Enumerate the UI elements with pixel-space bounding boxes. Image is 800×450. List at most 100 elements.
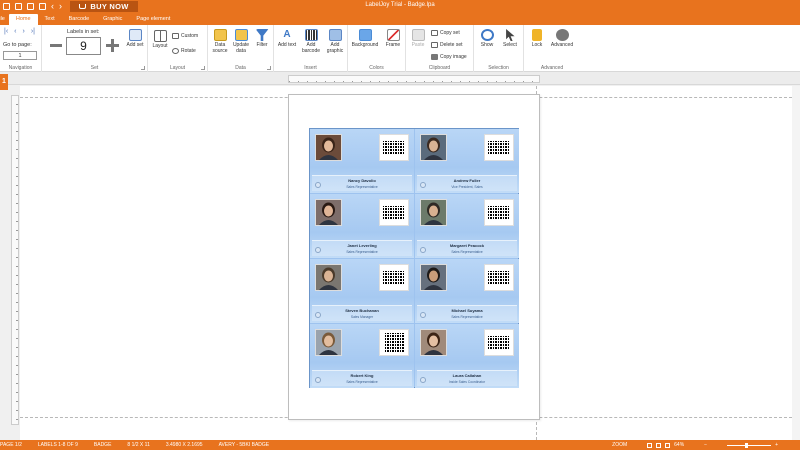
- 2d-barcode: [379, 199, 409, 226]
- person-title: Inside Sales Coordinator: [448, 380, 486, 384]
- tab-graphic[interactable]: Graphic: [96, 13, 129, 25]
- actual-size-icon[interactable]: [665, 442, 671, 448]
- 2d-barcode: [379, 134, 409, 161]
- last-page-icon[interactable]: ›|: [31, 28, 35, 35]
- delete-set-button[interactable]: Delete set: [431, 42, 463, 48]
- page-number-tab[interactable]: 1: [0, 74, 8, 90]
- group-label-insert: Insert: [304, 65, 317, 71]
- add-text-button[interactable]: A Add text: [276, 29, 298, 49]
- badge-label[interactable]: Michael Suyama Sales Representative: [415, 259, 519, 323]
- person-title: Sales Representative: [346, 250, 378, 254]
- group-label-navigation: Navigation: [8, 65, 33, 71]
- person-photo: [420, 199, 447, 226]
- zoom-slider[interactable]: [727, 442, 772, 448]
- goto-page-label: Go to page:: [3, 42, 32, 48]
- tab-text[interactable]: Text: [38, 13, 62, 25]
- add-graphic-button[interactable]: Add graphic: [324, 29, 346, 54]
- data-source-button[interactable]: Data source: [210, 29, 230, 54]
- badge-label[interactable]: Robert King Sales Representative: [310, 324, 414, 388]
- person-photo: [315, 199, 342, 226]
- add-set-button[interactable]: Add set: [125, 29, 145, 49]
- tab-barcode[interactable]: Barcode: [62, 13, 97, 25]
- tab-page-element[interactable]: Page element: [129, 13, 177, 25]
- person-name: Janet Leverling: [347, 243, 377, 248]
- update-data-button[interactable]: Update data: [231, 29, 251, 54]
- frame-button[interactable]: Frame: [383, 29, 403, 49]
- layout-button[interactable]: Layout: [150, 30, 170, 50]
- add-text-icon: A: [283, 29, 291, 40]
- fit-width-icon[interactable]: [656, 442, 662, 448]
- 2d-barcode: [484, 264, 514, 291]
- filter-button[interactable]: Filter: [252, 29, 272, 49]
- person-name: Nancy Davolio: [348, 178, 376, 183]
- badge-label[interactable]: Steven Buchanan Sales Manager: [310, 259, 414, 323]
- save-icon[interactable]: [3, 3, 10, 10]
- lock-button[interactable]: Lock: [527, 29, 547, 49]
- add-set-icon: [128, 29, 142, 41]
- fit-page-icon[interactable]: [647, 442, 653, 448]
- zoom-in-icon[interactable]: +: [775, 442, 778, 448]
- badge-label[interactable]: Margaret Peacock Sales Representative: [415, 194, 519, 258]
- update-data-icon: [234, 29, 248, 41]
- decrease-labels-button[interactable]: [50, 44, 62, 47]
- add-barcode-button[interactable]: Add barcode: [299, 29, 323, 54]
- person-photo: [315, 329, 342, 356]
- filter-icon: [255, 29, 269, 41]
- status-set-name: BADGE: [93, 442, 112, 448]
- copy-set-button[interactable]: Copy set: [431, 30, 460, 36]
- paste-button[interactable]: Paste: [408, 29, 428, 49]
- badge-label[interactable]: Andrew Fuller Vice President, Sales: [415, 129, 519, 193]
- print-icon[interactable]: [39, 3, 46, 10]
- status-paper: 8 1/2 X 11: [127, 442, 150, 448]
- redo-icon[interactable]: [27, 3, 34, 10]
- background-button[interactable]: Background: [348, 29, 382, 49]
- person-name: Andrew Fuller: [453, 178, 481, 183]
- group-data: Data source Update data Filter Data: [208, 25, 274, 72]
- status-bar: PAGE 1/2 LABELS 1-8 OF 9 BADGE 8 1/2 X 1…: [0, 440, 800, 450]
- set-dialog-launcher[interactable]: [141, 66, 145, 70]
- badge-label[interactable]: Janet Leverling Sales Representative: [310, 194, 414, 258]
- eye-icon: [480, 29, 494, 41]
- first-page-icon[interactable]: |‹: [4, 28, 8, 35]
- goto-page-input[interactable]: 1: [3, 51, 37, 60]
- cart-icon: [79, 4, 87, 9]
- prev-page-icon[interactable]: ‹: [14, 28, 16, 35]
- vertical-scrollbar[interactable]: [792, 86, 800, 440]
- badge-label[interactable]: Nancy Davolio Sales Representative: [310, 129, 414, 193]
- ribbon: |‹ ‹ › ›| Go to page: 1 Navigation Label…: [0, 25, 800, 72]
- person-title: Sales Representative: [346, 380, 378, 384]
- undo-icon[interactable]: [15, 3, 22, 10]
- label-sheet: Nancy Davolio Sales Representative Andrew …: [309, 128, 519, 388]
- person-title: Sales Representative: [451, 315, 483, 319]
- previous-arrow-icon[interactable]: ‹: [51, 2, 54, 11]
- layout-dialog-launcher[interactable]: [201, 66, 205, 70]
- person-title: Sales Representative: [451, 250, 483, 254]
- cursor-icon: [506, 29, 515, 41]
- labels-in-set-input[interactable]: 9: [66, 37, 101, 55]
- 2d-barcode: [484, 199, 514, 226]
- next-arrow-icon[interactable]: ›: [59, 2, 62, 11]
- add-barcode-icon: [304, 29, 318, 41]
- next-page-icon[interactable]: ›: [23, 28, 25, 35]
- tab-home[interactable]: Home: [8, 14, 38, 25]
- camera-icon: [431, 54, 438, 60]
- status-page: PAGE 1/2: [0, 442, 22, 448]
- group-clipboard: Paste Copy set Delete set Copy image Cli…: [406, 25, 474, 72]
- badge-label[interactable]: Laura Callahan Inside Sales Coordinator: [415, 324, 519, 388]
- tab-file[interactable]: File: [0, 13, 9, 25]
- advanced-button[interactable]: Advanced: [548, 29, 576, 49]
- person-photo: [420, 329, 447, 356]
- group-label-colors: Colors: [369, 65, 384, 71]
- rotate-button[interactable]: Rotate: [172, 48, 196, 54]
- custom-button[interactable]: Custom: [172, 33, 198, 39]
- zoom-out-icon[interactable]: −: [704, 442, 707, 448]
- buy-now-button[interactable]: BUY NOW: [70, 1, 138, 12]
- select-button[interactable]: Select: [500, 29, 520, 49]
- data-dialog-launcher[interactable]: [267, 66, 271, 70]
- group-colors: Background Frame Colors: [348, 25, 406, 72]
- increase-labels-button[interactable]: [106, 39, 119, 52]
- show-button[interactable]: Show: [477, 29, 497, 49]
- copy-image-button[interactable]: Copy image: [431, 54, 467, 60]
- background-color-icon: [358, 29, 372, 41]
- gear-icon: [555, 29, 569, 41]
